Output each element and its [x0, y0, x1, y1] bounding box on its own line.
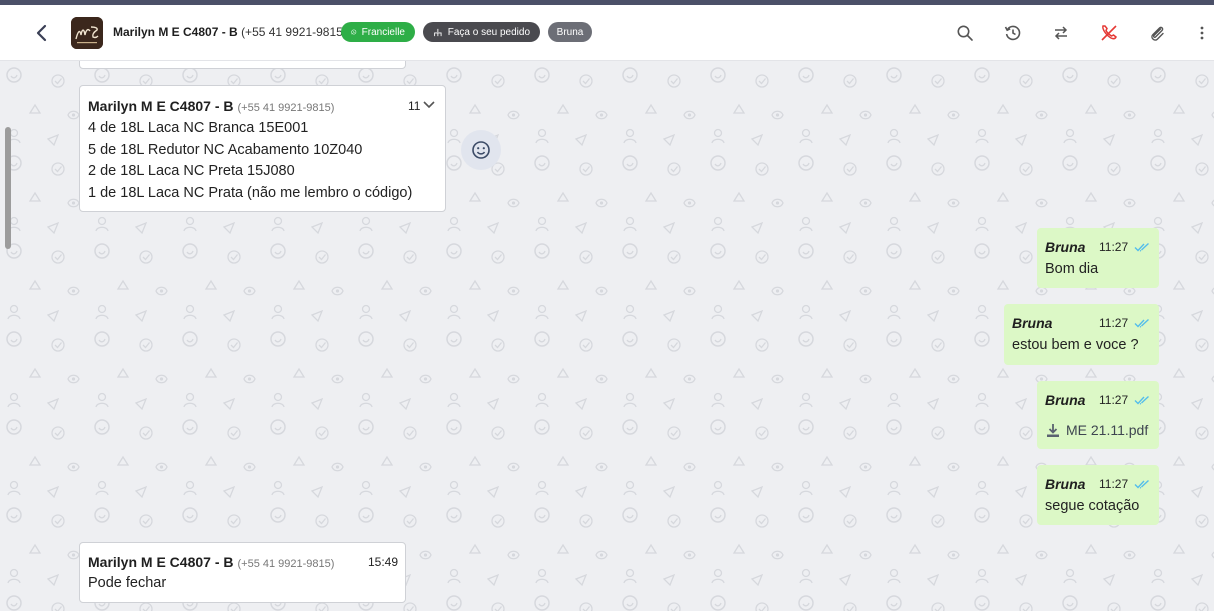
message-time: 11:27 — [1099, 477, 1129, 491]
message-text: estou bem e voce ? — [1012, 337, 1139, 353]
message-bubble-incoming[interactable]: Marilyn M E C4807 - B (+55 41 9921-9815) … — [79, 85, 446, 212]
more-icon — [1200, 26, 1204, 40]
message-header: Marilyn M E C4807 - B (+55 41 9921-9815) — [88, 98, 334, 116]
message-time: 11:27 — [1099, 240, 1129, 254]
end-chat-icon — [1101, 25, 1117, 41]
message-sender: Bruna — [1045, 239, 1086, 255]
chat-area[interactable]: Marilyn M E C4807 - B (+55 41 9921-9815) … — [0, 61, 1214, 611]
contact-phone: (+55 41 9921-9815) — [241, 25, 347, 39]
history-icon — [1004, 25, 1021, 41]
back-button[interactable] — [28, 19, 54, 47]
attach-icon — [1151, 26, 1164, 41]
message-sender-phone: (+55 41 9921-9815) — [237, 102, 335, 114]
search-button[interactable] — [954, 22, 976, 44]
whatsapp-icon — [351, 29, 357, 35]
chevron-down-icon[interactable] — [422, 100, 436, 110]
message-bubble-outgoing-file[interactable]: Bruna 11:27 ME 21.11.pdf — [1037, 381, 1159, 449]
read-check-icon — [1134, 395, 1149, 405]
message-bubble-incoming[interactable]: Marilyn M E C4807 - B (+55 41 9921-9815) … — [79, 542, 406, 603]
message-time: 15:49 — [368, 555, 399, 569]
transfer-icon — [1054, 26, 1068, 40]
contact-title: Marilyn M E C4807 - B (+55 41 9921-9815) — [113, 25, 347, 39]
tag-whatsapp-agent[interactable]: Francielle — [341, 22, 415, 42]
download-icon — [1047, 423, 1059, 437]
smiley-icon — [472, 141, 490, 159]
message-sender: Bruna — [1012, 315, 1053, 331]
tag-agent[interactable]: Bruna — [548, 22, 592, 42]
message-bubble-incoming-previous — [79, 61, 406, 69]
message-sender-phone: (+55 41 9921-9815) — [237, 558, 335, 570]
history-button[interactable] — [1002, 22, 1024, 44]
message-sender: Marilyn M E C4807 - B — [88, 554, 234, 570]
message-bubble-outgoing[interactable]: Bruna 11:27 estou bem e voce ? — [1004, 304, 1159, 365]
message-header: Marilyn M E C4807 - B (+55 41 9921-9815) — [88, 554, 334, 572]
file-attachment-link[interactable]: ME 21.11.pdf — [1046, 422, 1148, 438]
message-text: Pode fechar — [88, 575, 167, 591]
message-time: 11:27 — [1099, 316, 1129, 330]
chat-header: Marilyn M E C4807 - B (+55 41 9921-9815)… — [0, 5, 1214, 61]
message-line: 4 de 18L Laca NC Branca 15E001 — [88, 120, 309, 136]
read-check-icon — [1134, 242, 1149, 252]
message-text: Bom dia — [1045, 261, 1099, 277]
message-sender: Bruna — [1045, 392, 1086, 408]
tag-label: Faça o seu pedido — [447, 26, 530, 38]
message-sender: Bruna — [1045, 476, 1086, 492]
tag-label: Bruna — [556, 26, 584, 38]
message-bubble-outgoing[interactable]: Bruna 11:27 Bom dia — [1037, 228, 1159, 288]
tag-label: Francielle — [361, 26, 405, 38]
search-icon — [957, 25, 973, 41]
read-check-icon — [1134, 479, 1149, 489]
contact-name: Marilyn M E C4807 - B — [113, 25, 238, 39]
message-line: 5 de 18L Redutor NC Acabamento 10Z040 — [88, 141, 363, 158]
message-time: 11:27 — [1099, 393, 1129, 407]
message-bubble-outgoing[interactable]: Bruna 11:27 segue cotação — [1037, 465, 1159, 525]
message-sender: Marilyn M E C4807 - B — [88, 98, 234, 114]
flow-icon — [434, 28, 442, 36]
reaction-button[interactable] — [461, 130, 501, 170]
attach-button[interactable] — [1146, 22, 1168, 44]
message-text: segue cotação — [1045, 498, 1140, 514]
company-logo-icon — [71, 17, 103, 49]
message-line: 2 de 18L Laca NC Preta 15J080 — [88, 163, 295, 179]
more-options-button[interactable] — [1195, 22, 1209, 44]
chat-scrollbar[interactable] — [5, 127, 11, 249]
end-chat-button[interactable] — [1098, 22, 1120, 44]
avatar — [71, 17, 103, 49]
message-body: 4 de 18L Laca NC Branca 15E001 5 de 18L … — [88, 118, 412, 204]
tag-order-flow[interactable]: Faça o seu pedido — [423, 22, 540, 42]
message-time: 11 — [408, 99, 421, 113]
file-name: ME 21.11.pdf — [1066, 422, 1149, 438]
message-line: 1 de 18L Laca NC Prata (não me lembro o … — [88, 184, 413, 201]
transfer-button[interactable] — [1050, 22, 1072, 44]
chevron-left-icon — [36, 24, 47, 42]
read-check-icon — [1134, 318, 1149, 328]
